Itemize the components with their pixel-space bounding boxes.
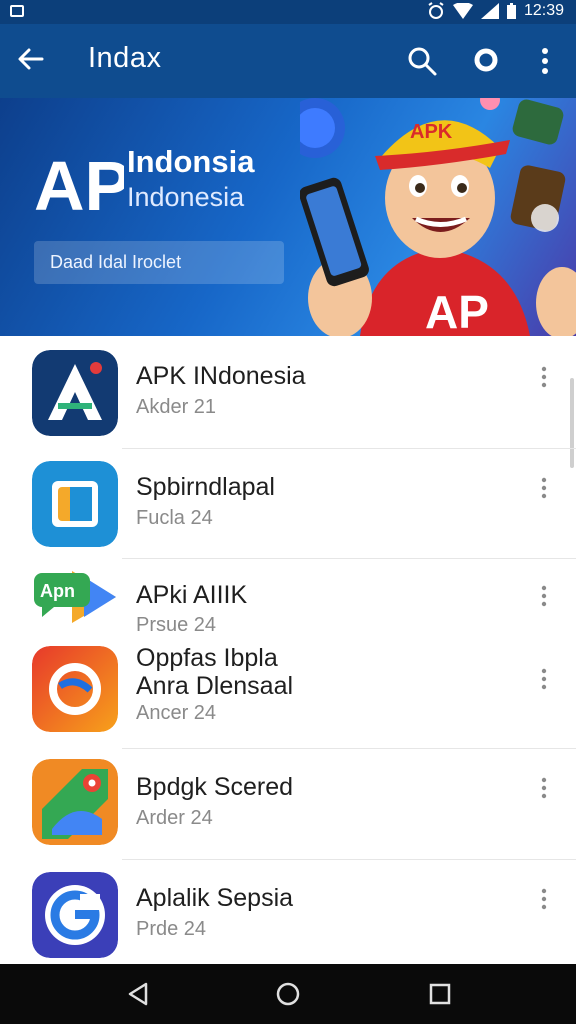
banner-button[interactable]: Daad Idal Iroclet [34, 241, 284, 284]
back-arrow-icon[interactable] [16, 44, 46, 74]
more-vert-icon[interactable] [536, 46, 554, 76]
alarm-icon [428, 2, 444, 19]
status-icons: 12:39 [427, 2, 564, 20]
banner-title: Indonsia [127, 144, 255, 179]
list-item[interactable]: Bpdgk Scered Arder 24 [0, 749, 576, 859]
app-bar: Indax [0, 24, 576, 98]
app-meta: Arder 24 [136, 807, 213, 829]
app-meta: Akder 21 [136, 396, 217, 418]
search-icon[interactable] [406, 45, 438, 77]
list-item[interactable]: APK INdonesia Akder 21 [0, 338, 576, 448]
nav-recents-icon[interactable] [426, 980, 454, 1008]
list-item[interactable]: Oppfas Ibpla Anra Dlensaal Ancer 24 [0, 638, 576, 748]
app-name: Oppfas Ibpla [136, 644, 278, 672]
mascot-illustration: AP APK [300, 98, 576, 336]
app-meta: Prsue 24 [136, 614, 217, 636]
bpdgk-app-icon [32, 759, 118, 845]
oppfas-app-icon [32, 646, 118, 732]
status-time: 12:39 [523, 2, 564, 19]
list-item[interactable]: Spbirndlapal Fucla 24 [0, 449, 576, 559]
app-name: Spbirndlapal [136, 473, 275, 501]
banner-logo-text: AP [34, 148, 124, 218]
more-vert-icon[interactable] [538, 477, 550, 499]
app-meta: Ancer 24 [136, 702, 217, 724]
nav-back-icon[interactable] [124, 980, 152, 1008]
more-vert-icon[interactable] [538, 888, 550, 910]
app-name: Bpdgk Scered [136, 773, 294, 801]
image-notification-icon [10, 5, 24, 17]
system-nav-bar [0, 964, 576, 1024]
mascot-shirt-text: AP [425, 286, 489, 336]
app-meta: Fucla 24 [136, 507, 213, 529]
page-title: Indax [88, 42, 162, 74]
apk-indonesia-app-icon [32, 350, 118, 436]
more-vert-icon[interactable] [538, 585, 550, 607]
signal-icon [480, 3, 499, 19]
app-meta: Prde 24 [136, 918, 207, 940]
apki-app-icon: Apn [34, 571, 116, 623]
wifi-icon [452, 3, 473, 19]
app-name: APK INdonesia [136, 362, 306, 390]
spbirndlapal-app-icon [32, 461, 118, 547]
battery-icon [506, 3, 516, 19]
status-bar: 12:39 [0, 0, 576, 24]
app-name-line2: Anra Dlensaal [136, 672, 294, 700]
promo-banner[interactable]: AP Indonsia Indonesia Daad Idal Iroclet … [0, 98, 576, 336]
aplalik-app-icon [32, 872, 118, 958]
more-vert-icon[interactable] [538, 668, 550, 690]
list-item[interactable]: Aplalik Sepsia Prde 24 [0, 860, 576, 970]
app-name: Aplalik Sepsia [136, 884, 294, 912]
account-ring-icon[interactable] [473, 47, 499, 73]
more-vert-icon[interactable] [538, 777, 550, 799]
more-vert-icon[interactable] [538, 366, 550, 388]
banner-subtitle: Indonesia [127, 182, 245, 212]
app-name: APki AIIIK [136, 581, 248, 609]
app-badge-text: Apn [40, 581, 75, 601]
mascot-cap-text: APK [410, 121, 453, 143]
apk-logo-icon: AP [34, 148, 124, 218]
nav-home-icon[interactable] [274, 980, 302, 1008]
